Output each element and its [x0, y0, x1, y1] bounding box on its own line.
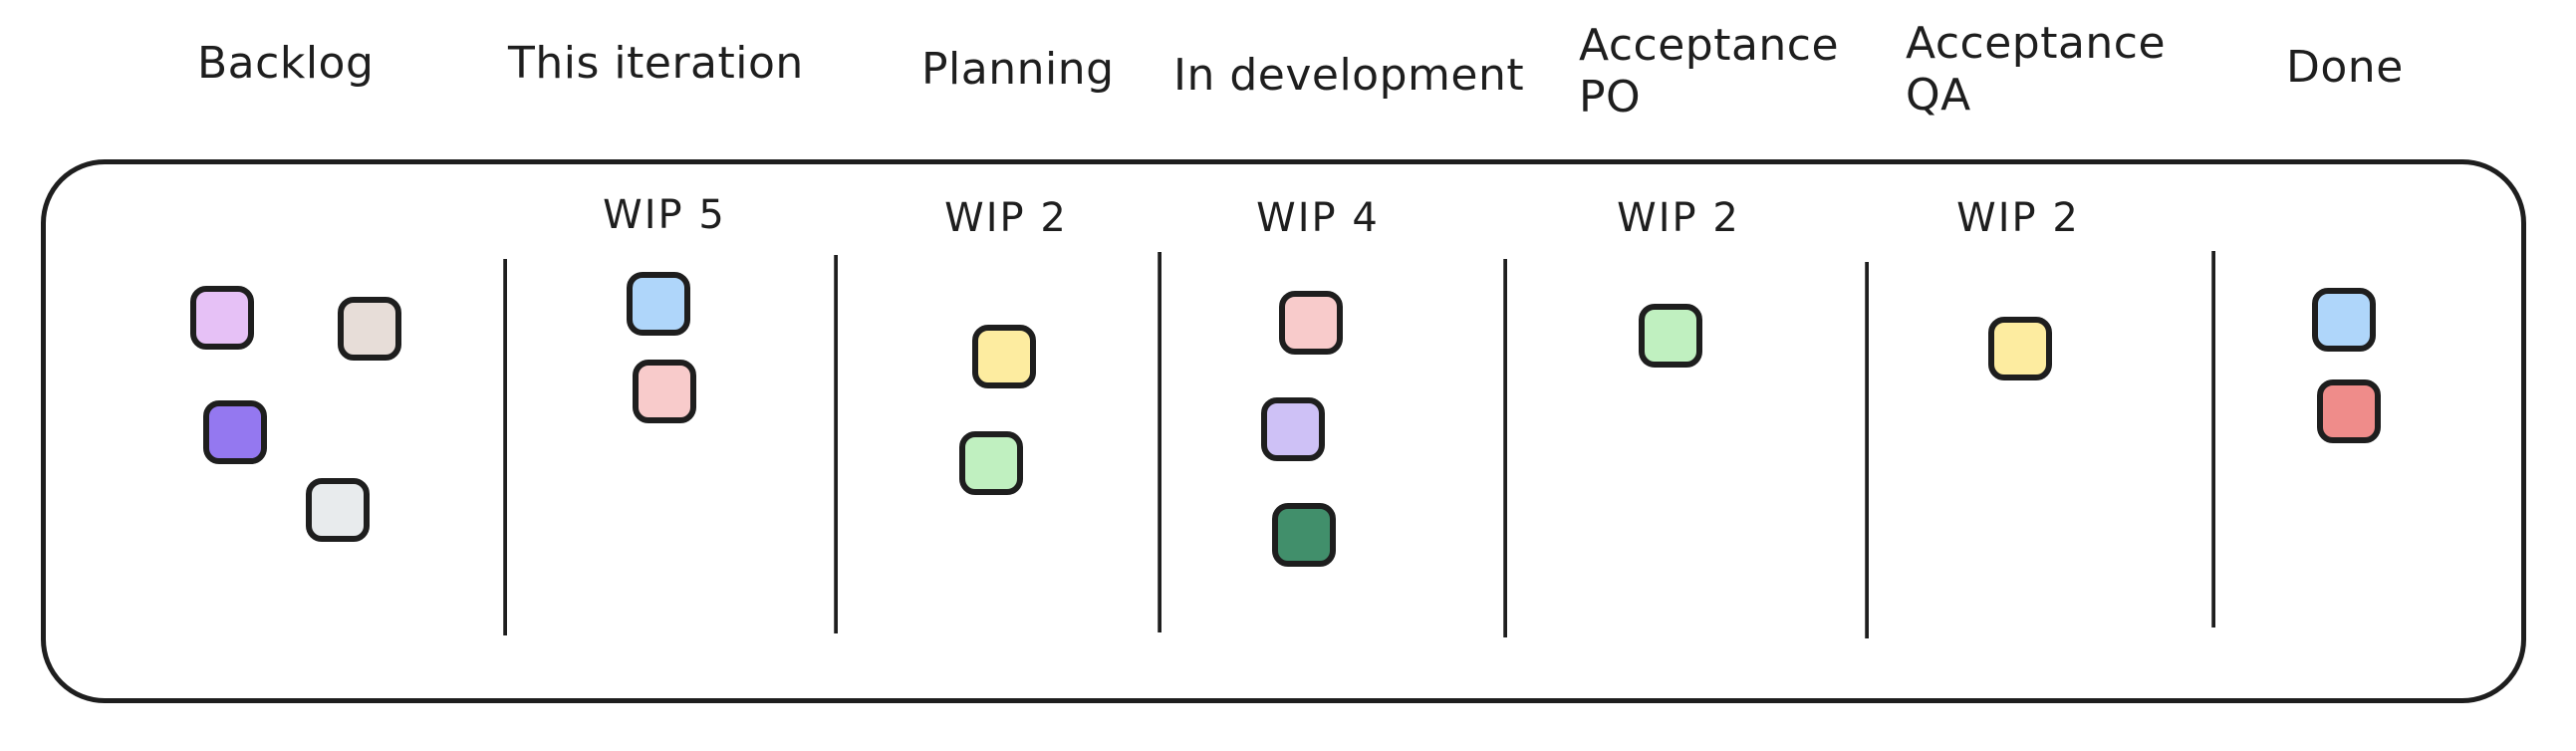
column-divider — [1158, 252, 1161, 632]
card[interactable] — [627, 272, 690, 336]
card[interactable] — [1279, 291, 1343, 355]
wip-limit-in-development: WIP 4 — [1256, 195, 1380, 241]
column-header-done: Done — [2286, 42, 2404, 93]
card[interactable] — [338, 297, 401, 361]
card[interactable] — [190, 286, 254, 350]
column-header-this-iteration: This iteration — [508, 38, 804, 89]
card[interactable] — [306, 478, 370, 542]
card[interactable] — [1272, 503, 1336, 567]
card[interactable] — [972, 325, 1036, 388]
column-divider — [1503, 259, 1507, 637]
card[interactable] — [2312, 288, 2376, 352]
wip-limit-acceptance-qa: WIP 2 — [1956, 195, 2080, 241]
column-divider — [2211, 251, 2215, 627]
card[interactable] — [2317, 379, 2381, 443]
card[interactable] — [633, 360, 696, 423]
column-header-backlog: Backlog — [197, 38, 375, 89]
column-header-planning: Planning — [921, 44, 1115, 95]
card[interactable] — [203, 400, 267, 464]
column-header-in-development: In development — [1173, 50, 1525, 101]
column-divider — [834, 255, 838, 633]
wip-limit-this-iteration: WIP 5 — [603, 192, 726, 238]
card[interactable] — [1988, 317, 2052, 380]
card[interactable] — [1639, 304, 1702, 368]
wip-limit-planning: WIP 2 — [944, 195, 1068, 241]
column-divider — [503, 259, 507, 635]
column-divider — [1865, 262, 1869, 638]
card[interactable] — [959, 431, 1023, 495]
column-header-acceptance-po: Acceptance PO — [1579, 20, 1840, 123]
column-header-acceptance-qa: Acceptance QA — [1906, 18, 2167, 121]
wip-limit-acceptance-po: WIP 2 — [1617, 195, 1740, 241]
card[interactable] — [1261, 397, 1325, 461]
